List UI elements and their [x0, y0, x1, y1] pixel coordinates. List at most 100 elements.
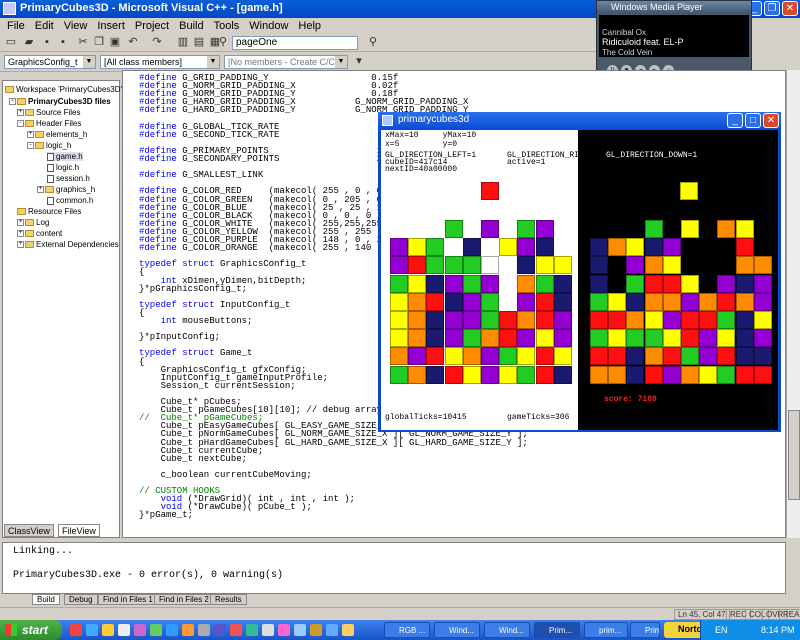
quicklaunch-icon[interactable] [150, 624, 162, 636]
game-minimize-button[interactable]: _ [727, 113, 743, 128]
tree-item-session-h[interactable]: session.h [47, 174, 90, 183]
expand-icon[interactable]: + [17, 219, 24, 227]
tree-item-source-files[interactable]: + Source Files [17, 108, 80, 117]
quicklaunch-icon[interactable] [118, 624, 130, 636]
menu-file[interactable]: File [2, 18, 30, 34]
tree-item-workspace[interactable]: Workspace 'PrimaryCubes3D': [5, 85, 124, 94]
tree-item-game-h[interactable]: game.h [47, 152, 83, 161]
collapse-icon[interactable]: - [9, 98, 16, 106]
find-combo[interactable]: pageOne [232, 36, 358, 50]
quicklaunch-icon[interactable] [278, 624, 290, 636]
menu-help[interactable]: Help [293, 18, 326, 34]
taskbar-task[interactable]: Prim... [630, 622, 660, 638]
tab-results[interactable]: Results [210, 594, 247, 605]
quicklaunch-icon[interactable] [166, 624, 178, 636]
code-line: Cube_t nextCube; [139, 453, 248, 464]
workspace-icon[interactable]: ▥ [176, 36, 190, 49]
tree-item-elements-h[interactable]: + elements_h [27, 130, 87, 139]
class-combo[interactable]: GraphicsConfig_t ▼ [4, 55, 96, 69]
start-button[interactable]: start [0, 620, 62, 640]
undo-icon[interactable]: ↶ [126, 36, 140, 49]
restore-button[interactable]: ❐ [764, 1, 780, 16]
menu-window[interactable]: Window [244, 18, 293, 34]
tab-find-in-files-1[interactable]: Find in Files 1 [98, 594, 158, 605]
tree-item-common-h[interactable]: common.h [47, 196, 93, 205]
code-line: #define G_SMALLEST_LINK 5 [139, 170, 393, 181]
tab-fileview[interactable]: FileView [58, 524, 100, 537]
quicklaunch-icon[interactable] [294, 624, 306, 636]
quicklaunch-icon[interactable] [102, 624, 114, 636]
taskbar-task[interactable]: prim... [584, 622, 628, 638]
quicklaunch-icon[interactable] [134, 624, 146, 636]
quicklaunch-icon[interactable] [214, 624, 226, 636]
collapse-icon[interactable]: - [27, 142, 34, 150]
tree-item-resource-files[interactable]: Resource Files [17, 207, 81, 216]
find-in-files-icon[interactable]: ⚲ [216, 36, 230, 49]
save-all-icon[interactable]: ▪ [56, 36, 70, 49]
cut-icon[interactable]: ✂ [76, 36, 90, 49]
tab-debug[interactable]: Debug [64, 594, 98, 605]
menu-view[interactable]: View [59, 18, 93, 34]
quicklaunch-icon[interactable] [246, 624, 258, 636]
quicklaunch-icon[interactable] [262, 624, 274, 636]
game-maximize-button[interactable]: □ [745, 113, 761, 128]
find-icon[interactable]: ⚲ [366, 36, 380, 49]
quicklaunch-icon[interactable] [198, 624, 210, 636]
game-window[interactable]: primarycubes3d _ □ ✕ xMax=10 yMax=10 x=5… [378, 112, 781, 432]
taskbar-task[interactable]: RGB ... [384, 622, 430, 638]
tree-item-logic-h[interactable]: - logic_h [27, 141, 71, 150]
clock[interactable]: 8:14 PM [761, 625, 795, 635]
members-combo[interactable]: [All class members] ▼ [100, 55, 220, 69]
expand-icon[interactable]: + [17, 230, 24, 238]
menu-build[interactable]: Build [174, 18, 208, 34]
expand-icon[interactable]: + [17, 241, 24, 249]
copy-icon[interactable]: ❐ [92, 36, 106, 49]
quicklaunch-icon[interactable] [342, 624, 354, 636]
save-icon[interactable]: ▪ [40, 36, 54, 49]
quicklaunch-icon[interactable] [70, 624, 82, 636]
taskbar-task[interactable]: Wind... [484, 622, 530, 638]
tab-build[interactable]: Build [32, 594, 60, 605]
new-file-icon[interactable]: ▭ [4, 36, 18, 49]
scrollbar-thumb[interactable] [788, 410, 800, 500]
expand-icon[interactable]: + [17, 109, 24, 117]
game-close-button[interactable]: ✕ [763, 113, 779, 128]
expand-icon[interactable]: + [37, 186, 44, 194]
collapse-icon[interactable]: - [17, 120, 24, 128]
expand-icon[interactable]: + [27, 131, 34, 139]
paste-icon[interactable]: ▣ [108, 36, 122, 49]
tree-item-content[interactable]: + content [17, 229, 62, 238]
tree-item-project[interactable]: - PrimaryCubes3D files [9, 97, 111, 106]
tree-item-logic-file[interactable]: logic.h [47, 163, 79, 172]
taskbar-task[interactable]: Prim... [534, 622, 580, 638]
editor-scrollbar[interactable] [786, 70, 800, 538]
tab-find-in-files-2[interactable]: Find in Files 2 [154, 594, 214, 605]
media-player-window[interactable]: Windows Media Player Cannibal Ox Ridicul… [596, 0, 752, 80]
menu-insert[interactable]: Insert [92, 18, 130, 34]
menu-edit[interactable]: Edit [30, 18, 59, 34]
output-pane[interactable]: Linking... PrimaryCubes3D.exe - 0 error(… [2, 542, 786, 594]
output-icon[interactable]: ▤ [192, 36, 206, 49]
left-board-cube [390, 329, 408, 348]
taskbar-task[interactable]: Wind... [434, 622, 480, 638]
wizard-action-icon[interactable]: ▾ [352, 55, 366, 68]
redo-icon[interactable]: ↷ [150, 36, 164, 49]
language-indicator[interactable]: EN [715, 625, 728, 635]
function-combo[interactable]: [No members - Create C/C++ Member Functi… [224, 55, 348, 69]
tree-label: logic_h [46, 141, 72, 150]
quicklaunch-icon[interactable] [182, 624, 194, 636]
tree-item-graphics-h[interactable]: + graphics_h [37, 185, 95, 194]
quicklaunch-icon[interactable] [310, 624, 322, 636]
game-title-bar[interactable]: primarycubes3d _ □ ✕ [378, 112, 781, 130]
menu-tools[interactable]: Tools [209, 18, 245, 34]
tree-item-external-deps[interactable]: + External Dependencies [17, 240, 119, 249]
close-button[interactable]: ✕ [782, 1, 798, 16]
quicklaunch-icon[interactable] [230, 624, 242, 636]
quicklaunch-icon[interactable] [86, 624, 98, 636]
tree-item-log[interactable]: + Log [17, 218, 49, 227]
tab-classview[interactable]: ClassView [4, 524, 54, 537]
tree-item-header-files[interactable]: - Header Files [17, 119, 81, 128]
open-folder-icon[interactable]: ▰ [22, 36, 36, 49]
quicklaunch-icon[interactable] [326, 624, 338, 636]
menu-project[interactable]: Project [130, 18, 174, 34]
